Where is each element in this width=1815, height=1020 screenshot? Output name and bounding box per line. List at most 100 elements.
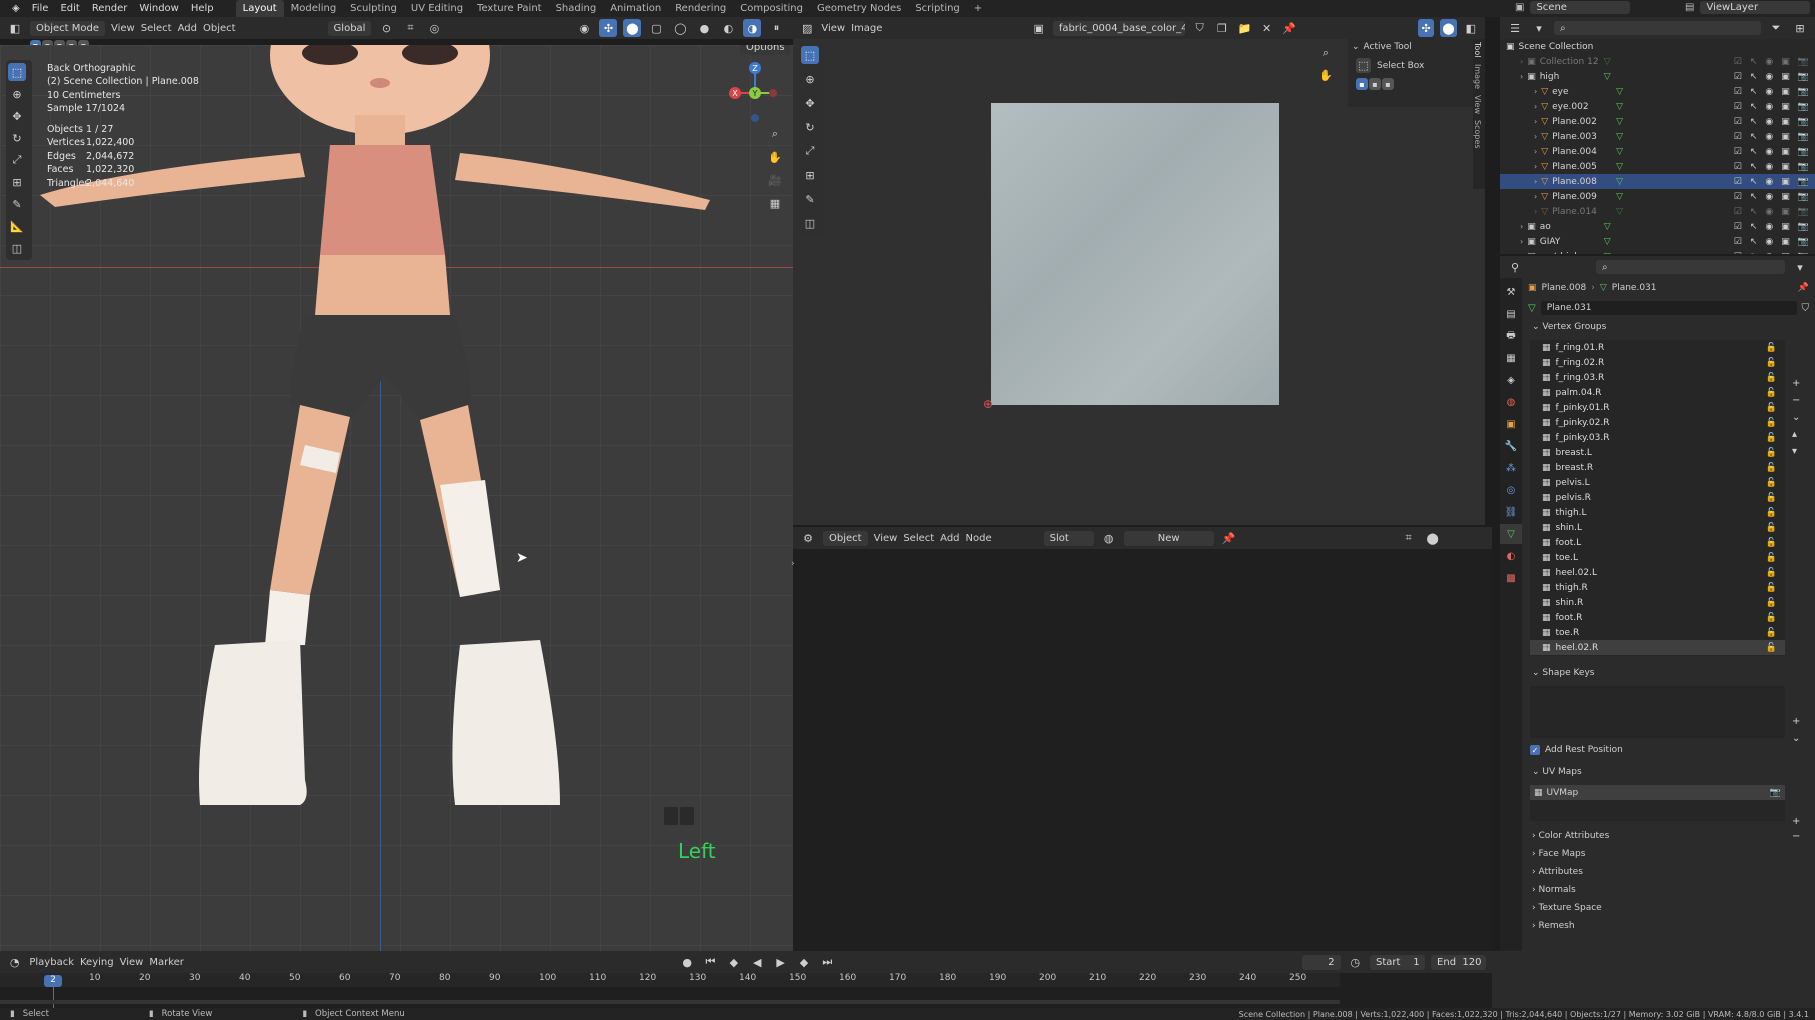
- collapsed-section-header[interactable]: › Remesh: [1522, 917, 1815, 935]
- selectable-icon[interactable]: ↖: [1746, 147, 1758, 157]
- selectable-icon[interactable]: ↖: [1746, 222, 1758, 232]
- world-properties-icon[interactable]: ◍: [1500, 392, 1522, 412]
- material-browse-icon[interactable]: ◍: [1100, 529, 1118, 547]
- vertex-group-specials-icon[interactable]: ⌄: [1792, 412, 1800, 423]
- panel-collapse-icon[interactable]: ⌄: [1352, 42, 1360, 52]
- next-keyframe-icon[interactable]: ◆: [795, 953, 812, 971]
- eye-visibility-icon[interactable]: ◉: [1761, 192, 1773, 202]
- image-pin-icon[interactable]: 📌: [1281, 19, 1297, 37]
- physics-properties-icon[interactable]: ◎: [1500, 480, 1522, 500]
- tab-geometry-nodes[interactable]: Geometry Nodes: [810, 0, 908, 17]
- vertex-group-lock-icon[interactable]: 🔓: [1766, 508, 1785, 518]
- vertex-group-row[interactable]: ▦ heel.02.L 🔓: [1530, 565, 1785, 580]
- vertex-group-row[interactable]: ▦ palm.04.R 🔓: [1530, 385, 1785, 400]
- cursor-tool-icon[interactable]: ⊕: [8, 85, 26, 103]
- transform-tool-icon[interactable]: ⊞: [8, 173, 26, 191]
- auto-keying-icon[interactable]: ●: [678, 953, 695, 971]
- outliner-row[interactable]: › ▣ mat high ▽ ☑ ↖◉ ▣ 📷: [1500, 249, 1815, 255]
- uv-maps-section-header[interactable]: ⌄ UV Maps: [1522, 763, 1815, 781]
- move-vertex-group-up-icon[interactable]: ▴: [1792, 429, 1800, 440]
- vertex-group-row[interactable]: ▦ shin.R 🔓: [1530, 595, 1785, 610]
- exclude-checkbox-icon[interactable]: ☑: [1734, 147, 1742, 157]
- outliner-filter-icon[interactable]: ⏷: [1767, 19, 1785, 37]
- node-menu-node[interactable]: Node: [966, 533, 992, 544]
- outliner-row[interactable]: › ▽ eye ▽ ☑ ↖ ◉ ▣ 📷: [1500, 84, 1815, 99]
- camera-view-icon[interactable]: 🎥: [766, 171, 784, 189]
- image-menu-view[interactable]: View: [821, 23, 845, 34]
- image-menu-image[interactable]: Image: [851, 23, 882, 34]
- timeline-menu-view[interactable]: View: [120, 957, 144, 968]
- timeline-menu-playback[interactable]: Playback: [29, 957, 74, 968]
- vertex-group-lock-icon[interactable]: 🔓: [1766, 463, 1785, 473]
- exclude-checkbox-icon[interactable]: ☑: [1734, 132, 1742, 142]
- jump-end-icon[interactable]: ⏭: [819, 953, 836, 971]
- tab-layout[interactable]: Layout: [235, 0, 284, 17]
- vertex-group-lock-icon[interactable]: 🔓: [1766, 538, 1785, 548]
- move-vertex-group-down-icon[interactable]: ▾: [1792, 446, 1800, 457]
- node-snap-icon[interactable]: ⌗: [1400, 529, 1418, 547]
- image-cursor-tool-icon[interactable]: ⊕: [801, 70, 819, 88]
- new-material-button[interactable]: New: [1123, 530, 1214, 546]
- eye-visibility-icon[interactable]: ◉: [1761, 57, 1773, 67]
- add-rest-position-checkbox[interactable]: ✓: [1530, 745, 1540, 755]
- render-disable-icon[interactable]: 📷: [1794, 162, 1815, 172]
- shading-material-icon[interactable]: ◐: [719, 19, 737, 37]
- object-properties-icon[interactable]: ▣: [1500, 414, 1522, 434]
- select-box-icon[interactable]: ⬚: [1356, 58, 1371, 73]
- eye-visibility-icon[interactable]: ◉: [1761, 207, 1773, 217]
- node-pin-icon[interactable]: 📌: [1220, 529, 1238, 547]
- node-editor-canvas[interactable]: ›: [791, 549, 1492, 951]
- render-disable-icon[interactable]: 📷: [1794, 102, 1815, 112]
- vertex-groups-section-header[interactable]: ⌄ Vertex Groups: [1522, 318, 1815, 336]
- vertex-group-lock-icon[interactable]: 🔓: [1766, 643, 1785, 653]
- vertex-group-lock-icon[interactable]: 🔓: [1766, 583, 1785, 593]
- exclude-checkbox-icon[interactable]: ☑: [1734, 192, 1742, 202]
- side-tab-tool[interactable]: Tool: [1473, 39, 1482, 61]
- properties-type-icon[interactable]: ⚲: [1506, 258, 1524, 276]
- blender-logo-icon[interactable]: ◈: [6, 3, 26, 14]
- render-disable-icon[interactable]: 📷: [1794, 72, 1815, 82]
- image-name-field[interactable]: fabric_0004_base_color_4k.jpg: [1052, 20, 1186, 36]
- vertex-group-lock-icon[interactable]: 🔓: [1766, 403, 1785, 413]
- output-properties-icon[interactable]: 🖶: [1500, 326, 1522, 346]
- uv-cursor-icon[interactable]: ⊕: [983, 397, 993, 411]
- tool-mode-subtract-icon[interactable]: ▪: [1382, 78, 1394, 90]
- vertex-group-lock-icon[interactable]: 🔓: [1766, 343, 1785, 353]
- outliner-row[interactable]: › ▽ Plane.005 ▽ ☑ ↖ ◉ ▣ 📷: [1500, 159, 1815, 174]
- render-disable-icon[interactable]: 📷: [1794, 57, 1815, 67]
- selectable-icon[interactable]: ↖: [1746, 57, 1758, 67]
- vertex-group-lock-icon[interactable]: 🔓: [1766, 553, 1785, 563]
- mesh-datablock-icon[interactable]: ▽: [1528, 303, 1536, 314]
- viewlayer-selector[interactable]: ▤ ViewLayer: [1685, 1, 1811, 14]
- mode-dropdown[interactable]: Object Mode: [30, 20, 105, 36]
- menu-file[interactable]: File: [26, 3, 55, 14]
- breadcrumb-object[interactable]: Plane.008: [1542, 283, 1587, 293]
- overlay-toggle-icon[interactable]: ⬤: [623, 19, 642, 37]
- image-open-icon[interactable]: 📁: [1236, 19, 1252, 37]
- pause-render-icon[interactable]: ⏸: [767, 19, 785, 37]
- expand-arrow-icon[interactable]: ›: [1534, 207, 1537, 216]
- play-reverse-icon[interactable]: ◀: [749, 953, 766, 971]
- tool-properties-icon[interactable]: ⚒: [1500, 282, 1522, 302]
- image-overlay-icon[interactable]: ⬤: [1440, 19, 1457, 37]
- vertex-groups-list[interactable]: ▦ f_ring.01.R 🔓 ▦ f_ring.02.R 🔓 ▦ f_ring.03.R 🔓 ▦…: [1530, 340, 1785, 656]
- end-frame-field[interactable]: End 120: [1431, 954, 1487, 970]
- eye-visibility-icon[interactable]: ◉: [1761, 162, 1773, 172]
- image-close-icon[interactable]: ✕: [1258, 19, 1274, 37]
- modifier-properties-icon[interactable]: 🔧: [1500, 436, 1522, 456]
- expand-arrow-icon[interactable]: ›: [1534, 177, 1537, 186]
- eye-visibility-icon[interactable]: ◉: [1761, 237, 1773, 247]
- shading-solid-icon[interactable]: ●: [695, 19, 713, 37]
- vertex-group-row[interactable]: ▦ thigh.L 🔓: [1530, 505, 1785, 520]
- viewport-menu-add[interactable]: Add: [178, 23, 197, 34]
- eye-visibility-icon[interactable]: ◉: [1761, 87, 1773, 97]
- selectable-icon[interactable]: ↖: [1746, 102, 1758, 112]
- expand-arrow-icon[interactable]: ›: [1534, 147, 1537, 156]
- vertex-group-row[interactable]: ▦ f_ring.03.R 🔓: [1530, 370, 1785, 385]
- shape-key-specials-icon[interactable]: ⌄: [1792, 733, 1800, 744]
- expand-arrow-icon[interactable]: ›: [1520, 72, 1523, 81]
- outliner-row[interactable]: › ▣ ao ▽ ☑ ↖ ◉ ▣ 📷: [1500, 219, 1815, 234]
- image-rotate-tool-icon[interactable]: ↻: [801, 118, 819, 136]
- eye-visibility-icon[interactable]: ◉: [1761, 117, 1773, 127]
- selectable-icon[interactable]: ↖: [1746, 132, 1758, 142]
